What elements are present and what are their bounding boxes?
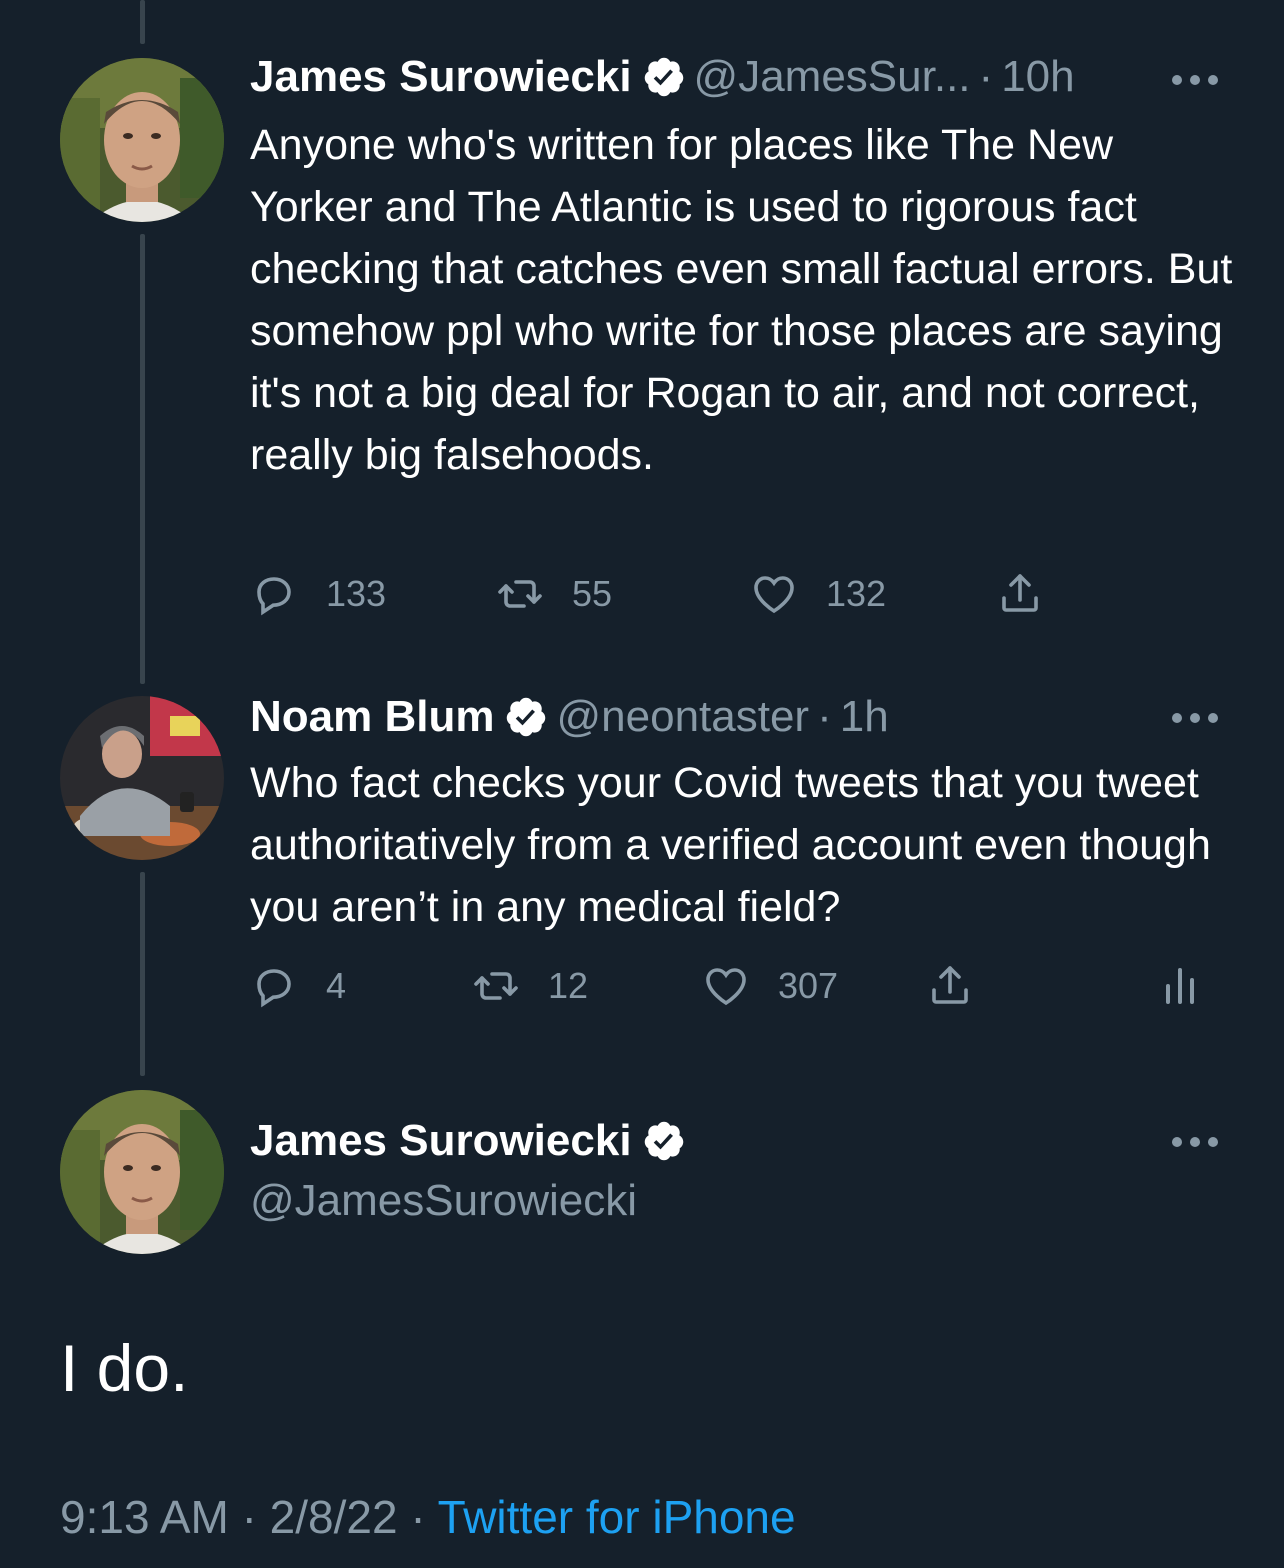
reply-icon bbox=[257, 969, 291, 1008]
analytics-icon bbox=[1166, 968, 1194, 1004]
thread-line bbox=[140, 234, 145, 684]
avatar[interactable] bbox=[60, 58, 224, 222]
tweet-date: 2/8/22 bbox=[269, 1491, 398, 1543]
separator: · bbox=[978, 52, 994, 101]
tweet-header: Noam Blum @neontaster · 1h bbox=[250, 692, 889, 742]
tweet-actions: 4 12 307 bbox=[250, 962, 1240, 1012]
tweet-actions: 133 55 132 bbox=[250, 570, 1240, 620]
author-name[interactable]: Noam Blum bbox=[250, 692, 494, 742]
retweet-button[interactable]: 55 bbox=[496, 570, 612, 618]
separator: · bbox=[410, 1491, 426, 1543]
author-handle[interactable]: @neontaster bbox=[556, 692, 809, 742]
reply-count: 4 bbox=[326, 965, 347, 1006]
tweet-text: Who fact checks your Covid tweets that y… bbox=[250, 759, 1211, 931]
reply-icon bbox=[257, 577, 291, 616]
tweet-time[interactable]: 10h bbox=[1001, 52, 1074, 102]
retweet-count: 12 bbox=[548, 965, 589, 1006]
more-icon[interactable] bbox=[1172, 73, 1218, 87]
separator: · bbox=[817, 692, 832, 741]
more-icon[interactable] bbox=[1172, 711, 1218, 725]
share-icon bbox=[1002, 574, 1038, 612]
like-icon bbox=[754, 576, 794, 614]
avatar[interactable] bbox=[60, 1090, 224, 1254]
like-button[interactable]: 307 bbox=[702, 962, 838, 1010]
retweet-icon bbox=[474, 972, 518, 1000]
tweet-text: I do. bbox=[60, 1331, 189, 1405]
tweet-source-link[interactable]: Twitter for iPhone bbox=[438, 1491, 796, 1543]
author-handle[interactable]: @JamesSur... bbox=[694, 52, 971, 102]
reply-button[interactable]: 133 bbox=[250, 570, 386, 618]
share-icon bbox=[932, 966, 968, 1004]
verified-badge-icon bbox=[504, 695, 548, 739]
verified-badge-icon bbox=[642, 55, 686, 99]
share-button[interactable] bbox=[926, 962, 1002, 1010]
retweet-icon bbox=[498, 580, 542, 608]
reply-button[interactable]: 4 bbox=[250, 962, 346, 1010]
separator: · bbox=[241, 1491, 257, 1543]
reply-count: 133 bbox=[326, 573, 387, 614]
author-handle[interactable]: @JamesSurowiecki bbox=[250, 1176, 637, 1226]
verified-badge-icon bbox=[642, 1119, 686, 1163]
tweet-text: Anyone who's written for places like The… bbox=[250, 121, 1233, 479]
author-name[interactable]: James Surowiecki bbox=[250, 52, 632, 102]
tweet-time: 9:13 AM bbox=[60, 1491, 229, 1543]
author-handle-row: @JamesSurowiecki bbox=[250, 1176, 637, 1226]
tweet-header: James Surowiecki @JamesSur... · 10h bbox=[250, 52, 1075, 102]
share-button[interactable] bbox=[996, 570, 1072, 618]
like-icon bbox=[706, 968, 746, 1006]
like-count: 132 bbox=[826, 573, 887, 614]
analytics-button[interactable] bbox=[1156, 962, 1232, 1010]
thread-line bbox=[140, 0, 145, 44]
avatar[interactable] bbox=[60, 696, 224, 860]
tweet-header: James Surowiecki bbox=[250, 1116, 694, 1166]
tweet-time[interactable]: 1h bbox=[840, 692, 889, 742]
author-name[interactable]: James Surowiecki bbox=[250, 1116, 632, 1166]
retweet-count: 55 bbox=[572, 573, 613, 614]
thread-line bbox=[140, 872, 145, 1076]
like-button[interactable]: 132 bbox=[750, 570, 886, 618]
like-count: 307 bbox=[778, 965, 839, 1006]
more-icon[interactable] bbox=[1172, 1135, 1218, 1149]
tweet-meta: 9:13 AM · 2/8/22 · Twitter for iPhone bbox=[60, 1490, 796, 1544]
retweet-button[interactable]: 12 bbox=[472, 962, 588, 1010]
